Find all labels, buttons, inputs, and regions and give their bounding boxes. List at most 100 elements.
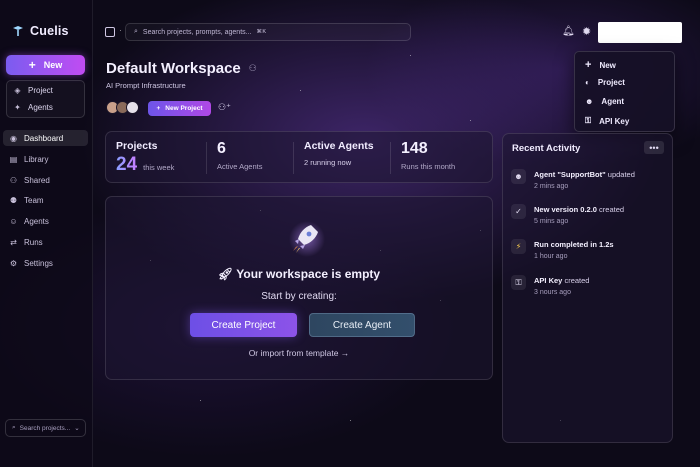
stat-runs[interactable]: 148 Runs this month — [401, 140, 455, 171]
activity-action: created — [562, 276, 590, 285]
empty-state-card: 🚀︎ Your workspace is empty Start by crea… — [105, 196, 493, 380]
menu-item-project[interactable]: ◐ Project — [585, 78, 625, 87]
activity-action: updated — [605, 170, 635, 179]
sidebar-item-label: Agents — [24, 216, 49, 226]
cuelis-logo-icon — [13, 26, 23, 36]
quick-create-box: ◈ Project ✦ Agents — [6, 80, 85, 118]
sidebar-search-input[interactable]: ⌕ Search projects... ⌄ — [5, 419, 86, 437]
chevron-down-icon: ⌄ — [74, 425, 80, 432]
empty-state-subtitle: Start by creating: — [261, 291, 337, 302]
team-icon: ⚉ — [9, 195, 18, 205]
agent-icon: ☻ — [585, 97, 594, 106]
sidebar-item-label: Runs — [24, 237, 43, 247]
activity-text: API Key created — [534, 276, 589, 285]
stat-sub: Active Agents — [217, 162, 263, 171]
sidebar-item-shared[interactable]: ⚇ Shared — [3, 172, 88, 188]
activity-subject: New version 0.2.0 — [534, 205, 597, 214]
workspace-subtitle: AI Prompt Infrastructure — [106, 81, 186, 90]
sidebar-item-label: Library — [24, 154, 49, 164]
plus-icon: + — [28, 58, 36, 72]
import-template-link[interactable]: Or import from template → — [106, 348, 492, 358]
sidebar-search-placeholder: Search projects... — [19, 424, 71, 432]
new-button[interactable]: + New — [6, 55, 85, 75]
empty-state-title: 🚀︎ Your workspace is empty — [106, 267, 492, 281]
sidebar-item-library[interactable]: ▤ Library — [3, 151, 88, 167]
dashboard-icon: ◉ — [10, 133, 17, 143]
stat-value: 148 — [401, 140, 428, 157]
stat-value: 24 — [116, 154, 138, 175]
rocket-small-icon: 🚀︎ — [217, 267, 234, 281]
activity-text: Run completed in 1.2s — [534, 240, 614, 249]
stat-value: 6 — [217, 140, 226, 157]
activity-title: Recent Activity — [512, 143, 581, 154]
brand[interactable]: Cuelis — [12, 24, 69, 38]
rocket-icon — [289, 221, 325, 257]
menu-item-label: Project — [597, 78, 625, 87]
add-user-icon[interactable]: ⚇⁺ — [218, 102, 231, 113]
activity-text: New version 0.2.0 created — [534, 205, 624, 214]
stat-sub: Runs this month — [401, 162, 456, 171]
divider — [206, 142, 207, 174]
topbar: ⌕ Search projects, prompts, agents... ⌘K… — [93, 0, 700, 46]
menu-item-label: API Key — [599, 116, 630, 126]
stat-sub: this week — [143, 163, 175, 172]
bell-icon[interactable]: 🔔︎ — [562, 26, 575, 37]
sidebar: Cuelis + New ◈ Project ✦ Agents ◉ Dashbo… — [0, 0, 93, 467]
divider — [293, 142, 294, 174]
plus-icon: + — [156, 105, 161, 112]
more-options-icon[interactable]: ••• — [644, 141, 664, 154]
sidebar-item-agents[interactable]: ☺ Agents — [3, 213, 88, 229]
sidebar-item-team[interactable]: ⚉ Team — [3, 192, 88, 208]
bolt-icon: ⚡︎ — [511, 239, 526, 254]
sidebar-item-dashboard[interactable]: ◉ Dashboard — [3, 130, 88, 146]
search-placeholder: Search projects, prompts, agents... — [142, 28, 252, 36]
workspace-title: Default Workspace — [106, 60, 241, 77]
sparkles-icon: ✦ — [14, 103, 21, 112]
activity-time: 1 hour ago — [534, 253, 568, 260]
create-project-button[interactable]: Create Project — [190, 313, 297, 337]
activity-time: 3 nours ago — [534, 289, 571, 296]
stats-card: Projects 24 this week 6 Active Agents Ac… — [105, 131, 493, 183]
stat-label: Projects — [116, 140, 158, 152]
plus-icon: + — [585, 59, 592, 71]
stat-projects[interactable]: Projects 24 this week — [116, 140, 174, 176]
new-button-label: New — [43, 60, 63, 70]
activity-subject: API Key — [534, 276, 563, 285]
new-dropdown-menu: + New ◐ Project ☻ Agent ⚿ API Key — [574, 51, 675, 132]
member-avatars[interactable] — [106, 101, 139, 114]
stat-agents[interactable]: 6 Active Agents — [217, 140, 262, 171]
panel-toggle-icon[interactable] — [105, 27, 115, 37]
menu-item-new[interactable]: + New — [585, 59, 616, 71]
new-project-button[interactable]: + New Project — [148, 101, 211, 116]
page-title: Default Workspace ⚇ — [106, 60, 257, 77]
stat-sub: 2 running now — [304, 158, 352, 167]
library-icon: ▤ — [9, 154, 18, 164]
create-agent-button[interactable]: Create Agent — [309, 313, 415, 337]
stat-active-agents[interactable]: Active Agents 2 running now — [304, 140, 374, 167]
gear-icon: ⚙ — [9, 258, 18, 268]
runs-icon: ⇄ — [10, 237, 17, 247]
quick-item-project[interactable]: ◈ Project — [13, 86, 53, 95]
recent-activity-panel: Recent Activity ••• ☻ Agent "SupportBot"… — [502, 133, 673, 443]
shortcut-hint: ⌘K — [256, 29, 267, 35]
users-icon: ⚇ — [9, 175, 18, 185]
divider — [390, 142, 391, 174]
quick-item-label: Project — [28, 86, 53, 95]
new-project-label: New Project — [165, 105, 203, 112]
search-input[interactable]: ⌕ Search projects, prompts, agents... ⌘K — [125, 23, 411, 41]
sidebar-item-label: Shared — [24, 175, 50, 185]
menu-item-api-key[interactable]: ⚿ API Key — [585, 116, 629, 126]
app-name: Cuelis — [30, 24, 69, 38]
menu-item-agent[interactable]: ☻ Agent — [585, 97, 624, 106]
sidebar-item-settings[interactable]: ⚙ Settings — [3, 255, 88, 271]
sidebar-item-runs[interactable]: ⇄ Runs — [3, 234, 88, 250]
check-icon: ✓ — [511, 204, 526, 219]
settings-gear-icon[interactable]: ✹ — [582, 25, 591, 38]
members-icon[interactable]: ⚇ — [249, 63, 257, 74]
redacted-box — [598, 22, 682, 43]
quick-item-agents[interactable]: ✦ Agents — [13, 103, 53, 112]
empty-state-title-text: Your workspace is empty — [236, 267, 381, 281]
activity-subject: Run completed in 1.2s — [534, 240, 614, 249]
cube-icon: ◈ — [14, 86, 21, 95]
bot-icon: ☺ — [9, 216, 18, 226]
